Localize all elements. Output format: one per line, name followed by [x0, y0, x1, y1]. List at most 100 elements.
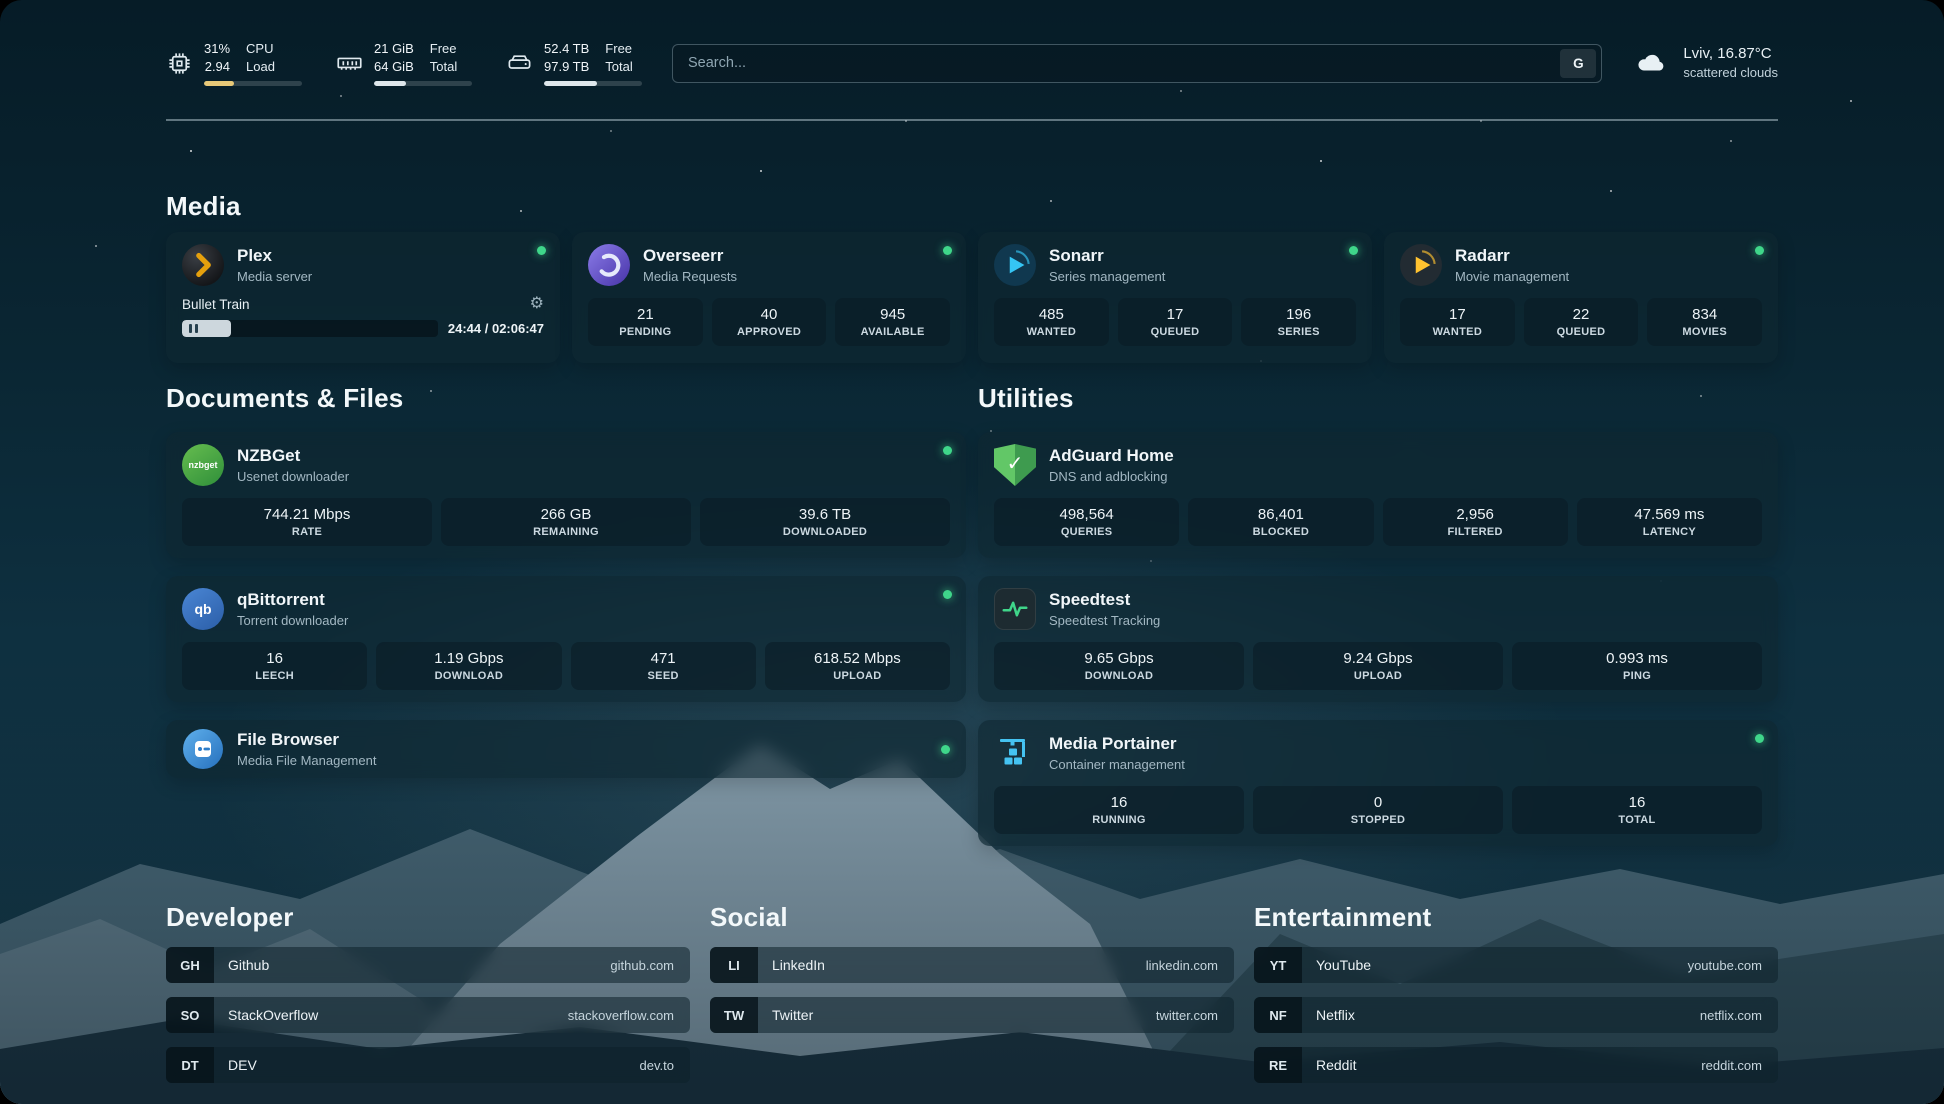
system-metrics: 31% 2.94 CPU Load [166, 40, 642, 86]
radarr-icon [1400, 244, 1442, 286]
stat-available: 945 AVAILABLE [835, 298, 950, 346]
bookmark-youtube[interactable]: YT YouTube youtube.com [1254, 947, 1778, 983]
section-title-documents: Documents & Files [166, 383, 966, 414]
status-dot [943, 246, 952, 255]
app-card-portainer[interactable]: Media Portainer Container management 16 … [978, 720, 1778, 846]
app-header-filebrowser[interactable]: File Browser Media File Management [182, 728, 941, 770]
app-card-sonarr[interactable]: Sonarr Series management 485 WANTED 17 Q… [978, 232, 1372, 363]
ram-total-label: Total [430, 58, 457, 76]
app-card-speedtest[interactable]: Speedtest Speedtest Tracking 9.65 Gbps D… [978, 576, 1778, 702]
cpu-load-label: Load [246, 58, 275, 76]
disk-progress-fill [544, 81, 597, 86]
app-name: Overseerr [643, 246, 737, 266]
cpu-progress-track [204, 81, 302, 86]
search-input[interactable] [688, 55, 1560, 71]
app-header-radarr[interactable]: Radarr Movie management [1400, 244, 1762, 286]
status-dot [1349, 246, 1358, 255]
cpu-metric: 31% 2.94 CPU Load [166, 40, 302, 86]
bookmark-stackoverflow[interactable]: SO StackOverflow stackoverflow.com [166, 997, 690, 1033]
youtube-icon: YT [1254, 947, 1302, 983]
stat-series: 196 SERIES [1241, 298, 1356, 346]
app-stats: 485 WANTED 17 QUEUED 196 SERIES [994, 298, 1356, 346]
app-subtitle: Media server [237, 269, 312, 284]
app-card-qbittorrent[interactable]: qb qBittorrent Torrent downloader 16 LEE… [166, 576, 966, 702]
stat-total: 16 TOTAL [1512, 786, 1762, 834]
pause-icon[interactable] [189, 324, 198, 333]
app-name: Plex [237, 246, 312, 266]
portainer-icon [994, 732, 1036, 774]
app-subtitle: DNS and adblocking [1049, 469, 1174, 484]
app-header-qbittorrent[interactable]: qb qBittorrent Torrent downloader [182, 588, 950, 630]
app-card-plex[interactable]: Plex Media server Bullet Train ⚙ 24:44 /… [166, 232, 560, 363]
app-stats: 16 LEECH 1.19 Gbps DOWNLOAD 471 SEED 6 [182, 642, 950, 690]
stat-download: 9.65 Gbps DOWNLOAD [994, 642, 1244, 690]
cpu-percent: 31% [204, 40, 230, 58]
bookmark-reddit[interactable]: RE Reddit reddit.com [1254, 1047, 1778, 1083]
app-name: AdGuard Home [1049, 446, 1174, 466]
app-name: Radarr [1455, 246, 1569, 266]
gear-icon[interactable]: ⚙ [530, 296, 544, 312]
app-stats: 9.65 Gbps DOWNLOAD 9.24 Gbps UPLOAD 0.99… [994, 642, 1762, 690]
ram-free-label: Free [430, 40, 457, 58]
overseerr-icon [588, 244, 630, 286]
ram-icon [336, 50, 363, 77]
search-bar[interactable]: G [672, 44, 1602, 83]
reddit-icon: RE [1254, 1047, 1302, 1083]
app-header-overseerr[interactable]: Overseerr Media Requests [588, 244, 950, 286]
app-header-plex[interactable]: Plex Media server [182, 244, 544, 286]
documents-column: Documents & Files nzbget NZBGet Usenet d… [166, 383, 966, 778]
now-playing-title: Bullet Train [182, 297, 250, 312]
search-engine-badge[interactable]: G [1560, 49, 1596, 78]
netflix-icon: NF [1254, 997, 1302, 1033]
app-card-adguard[interactable]: ✓ AdGuard Home DNS and adblocking 498,56… [978, 432, 1778, 558]
app-card-filebrowser[interactable]: File Browser Media File Management [166, 720, 966, 778]
disk-progress-track [544, 81, 642, 86]
bookmark-twitter[interactable]: TW Twitter twitter.com [710, 997, 1234, 1033]
section-title-utilities: Utilities [978, 383, 1778, 414]
dev-icon: DT [166, 1047, 214, 1083]
storage-metric: 52.4 TB 97.9 TB Free Total [506, 40, 642, 86]
cpu-load-value: 2.94 [205, 58, 230, 76]
stat-running: 16 RUNNING [994, 786, 1244, 834]
app-name: NZBGet [237, 446, 349, 466]
bookmark-github[interactable]: GH Github github.com [166, 947, 690, 983]
stat-leech: 16 LEECH [182, 642, 367, 690]
ram-free-value: 21 GiB [374, 40, 414, 58]
app-subtitle: Container management [1049, 757, 1185, 772]
stat-upload: 9.24 Gbps UPLOAD [1253, 642, 1503, 690]
app-header-sonarr[interactable]: Sonarr Series management [994, 244, 1356, 286]
bookmark-linkedin[interactable]: LI LinkedIn linkedin.com [710, 947, 1234, 983]
app-subtitle: Usenet downloader [237, 469, 349, 484]
cpu-progress-fill [204, 81, 234, 86]
bookmarks-social: Social LI LinkedIn linkedin.com TW Twitt… [710, 902, 1234, 1083]
stat-ping: 0.993 ms PING [1512, 642, 1762, 690]
ram-progress-track [374, 81, 472, 86]
app-header-adguard[interactable]: ✓ AdGuard Home DNS and adblocking [994, 444, 1762, 486]
stat-downloaded: 39.6 TB DOWNLOADED [700, 498, 950, 546]
cloud-icon [1632, 48, 1670, 78]
app-card-radarr[interactable]: Radarr Movie management 17 WANTED 22 QUE… [1384, 232, 1778, 363]
stat-queued: 17 QUEUED [1118, 298, 1233, 346]
app-stats: 16 RUNNING 0 STOPPED 16 TOTAL [994, 786, 1762, 834]
bookmarks-developer: Developer GH Github github.com SO StackO… [166, 902, 690, 1083]
bookmark-netflix[interactable]: NF Netflix netflix.com [1254, 997, 1778, 1033]
app-card-nzbget[interactable]: nzbget NZBGet Usenet downloader 744.21 M… [166, 432, 966, 558]
utilities-column: Utilities ✓ AdGuard Home DNS and adblock… [978, 383, 1778, 846]
status-dot [943, 590, 952, 599]
bookmark-dev[interactable]: DT DEV dev.to [166, 1047, 690, 1083]
status-dot [943, 446, 952, 455]
app-header-nzbget[interactable]: nzbget NZBGet Usenet downloader [182, 444, 950, 486]
app-header-speedtest[interactable]: Speedtest Speedtest Tracking [994, 588, 1762, 630]
disk-icon [506, 50, 533, 77]
stat-remaining: 266 GB REMAINING [441, 498, 691, 546]
playback-progress-track[interactable] [182, 320, 438, 337]
stat-wanted: 485 WANTED [994, 298, 1109, 346]
app-header-portainer[interactable]: Media Portainer Container management [994, 732, 1762, 774]
stat-pending: 21 PENDING [588, 298, 703, 346]
app-card-overseerr[interactable]: Overseerr Media Requests 21 PENDING 40 A… [572, 232, 966, 363]
status-dot [1755, 734, 1764, 743]
qbittorrent-icon: qb [182, 588, 224, 630]
ram-progress-fill [374, 81, 406, 86]
bookmarks: Developer GH Github github.com SO StackO… [166, 902, 1778, 1083]
stat-queries: 498,564 QUERIES [994, 498, 1179, 546]
